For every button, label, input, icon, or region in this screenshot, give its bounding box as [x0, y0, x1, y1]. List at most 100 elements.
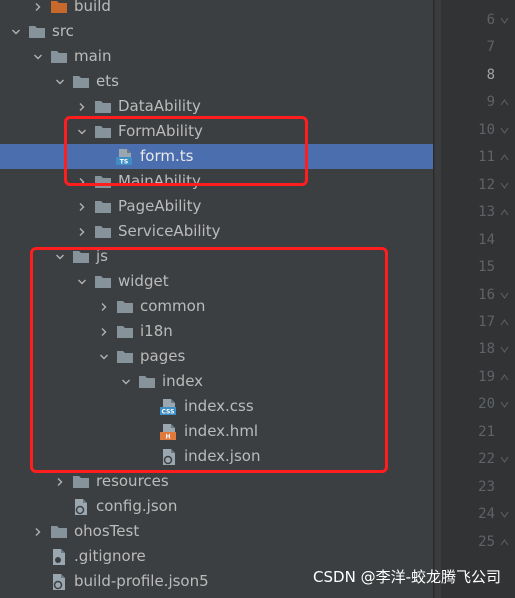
tree-item-pageability[interactable]: PageAbility [0, 194, 433, 219]
chevron-right-icon[interactable] [52, 469, 68, 494]
tree-item-index-css[interactable]: CSS index.css [0, 394, 433, 419]
tree-item-label: ServiceAbility [118, 222, 221, 240]
tree-item-pages[interactable]: pages [0, 344, 433, 369]
line-number: 14 [478, 231, 495, 248]
line-number: 7 [486, 39, 495, 56]
tree-item-formability[interactable]: FormAbility [0, 119, 433, 144]
line-number: 21 [478, 423, 495, 440]
tree-item-label: build-profile.json5 [74, 572, 209, 590]
folder-icon [94, 123, 112, 141]
tree-item-widget[interactable]: widget [0, 269, 433, 294]
tree-item-index-hml[interactable]: Hindex.hml [0, 419, 433, 444]
tree-item-ets[interactable]: ets [0, 69, 433, 94]
line-number: 13 [478, 204, 495, 221]
fold-marker-icon[interactable] [500, 153, 509, 162]
tree-item-js[interactable]: js [0, 244, 433, 269]
tree-item-label: pages [140, 347, 186, 365]
fold-marker-icon[interactable] [500, 538, 509, 547]
chevron-down-icon[interactable] [30, 44, 46, 69]
line-number: 22 [478, 451, 495, 468]
tree-item-label: src [52, 22, 74, 40]
chevron-right-icon[interactable] [74, 219, 90, 244]
tree-item-label: config.json [96, 497, 178, 515]
tree-item-label: resources [96, 472, 169, 490]
svg-text:H: H [165, 433, 170, 440]
folder-icon [72, 473, 90, 491]
fold-marker-icon[interactable] [500, 373, 509, 382]
tree-item-label: index.hml [184, 422, 259, 440]
chevron-right-icon[interactable] [74, 194, 90, 219]
svg-text:CSS: CSS [162, 408, 175, 415]
tree-item-index-json[interactable]: index.json [0, 444, 433, 469]
tree-item-label: form.ts [140, 147, 194, 165]
fold-marker-icon[interactable] [500, 16, 509, 25]
folder-icon [72, 248, 90, 266]
line-number: 10 [478, 121, 495, 138]
line-number: 24 [478, 506, 495, 523]
tree-item-label: i18n [140, 322, 173, 340]
tree-item-main[interactable]: main [0, 44, 433, 69]
chevron-right-icon[interactable] [30, 0, 46, 19]
folder-icon [116, 348, 134, 366]
line-number: 25 [478, 533, 495, 550]
tree-item-i18n[interactable]: i18n [0, 319, 433, 344]
tree-item-label: index.json [184, 447, 261, 465]
chevron-down-icon[interactable] [118, 369, 134, 394]
fold-marker-icon[interactable] [500, 98, 509, 107]
json-file-icon [50, 573, 68, 591]
tree-item-mainability[interactable]: MainAbility [0, 169, 433, 194]
project-tree-panel: build src main ets DataAbility FormAbility TS f… [0, 0, 433, 598]
tree-item-ohostest[interactable]: ohosTest [0, 519, 433, 544]
fold-marker-icon[interactable] [500, 291, 509, 300]
tree-item-serviceability[interactable]: ServiceAbility [0, 219, 433, 244]
tree-item-label: .gitignore [74, 547, 146, 565]
gutter-separator [433, 0, 434, 598]
folder-icon [94, 223, 112, 241]
fold-marker-icon[interactable] [500, 345, 509, 354]
editor-gutter: 6 7 8 9 10 11 12 13 14 15 16 17 18 19 20 21 22 23 24 25 [433, 0, 515, 598]
chevron-down-icon[interactable] [52, 244, 68, 269]
tree-item-config-json[interactable]: config.json [0, 494, 433, 519]
chevron-right-icon[interactable] [74, 94, 90, 119]
css-file-icon: CSS [160, 398, 178, 416]
tree-item-label: build [74, 0, 111, 15]
fold-marker-icon[interactable] [500, 126, 509, 135]
line-number: 15 [478, 259, 495, 276]
tree-item-build[interactable]: build [0, 0, 433, 19]
chevron-right-icon[interactable] [96, 319, 112, 344]
chevron-right-icon[interactable] [96, 294, 112, 319]
chevron-right-icon[interactable] [74, 169, 90, 194]
chevron-down-icon[interactable] [8, 19, 24, 44]
chevron-down-icon[interactable] [52, 69, 68, 94]
tree-item-form-ts[interactable]: TS form.ts [0, 144, 433, 169]
folder-icon [94, 173, 112, 191]
line-number: 23 [478, 478, 495, 495]
json-file-icon [160, 448, 178, 466]
typescript-file-icon: TS [116, 148, 134, 166]
chevron-down-icon[interactable] [74, 119, 90, 144]
tree-scrollbar[interactable] [435, 0, 441, 598]
chevron-down-icon[interactable] [74, 269, 90, 294]
folder-icon [94, 273, 112, 291]
folder-icon [50, 48, 68, 66]
chevron-right-icon[interactable] [30, 519, 46, 544]
folder-icon [116, 323, 134, 341]
tree-item-label: common [140, 297, 206, 315]
svg-text:TS: TS [120, 158, 128, 165]
fold-marker-icon[interactable] [500, 181, 509, 190]
fold-marker-icon[interactable] [500, 208, 509, 217]
tree-item-label: DataAbility [118, 97, 201, 115]
fold-marker-icon[interactable] [500, 318, 509, 327]
tree-item-resources[interactable]: resources [0, 469, 433, 494]
json-file-icon [72, 498, 90, 516]
tree-item-index[interactable]: index [0, 369, 433, 394]
fold-marker-icon[interactable] [500, 510, 509, 519]
tree-item-common[interactable]: common [0, 294, 433, 319]
fold-marker-icon[interactable] [500, 400, 509, 409]
line-number: 16 [478, 286, 495, 303]
tree-item-dataability[interactable]: DataAbility [0, 94, 433, 119]
tree-item-src[interactable]: src [0, 19, 433, 44]
chevron-down-icon[interactable] [96, 344, 112, 369]
fold-marker-icon[interactable] [500, 455, 509, 464]
folder-icon [28, 23, 46, 41]
